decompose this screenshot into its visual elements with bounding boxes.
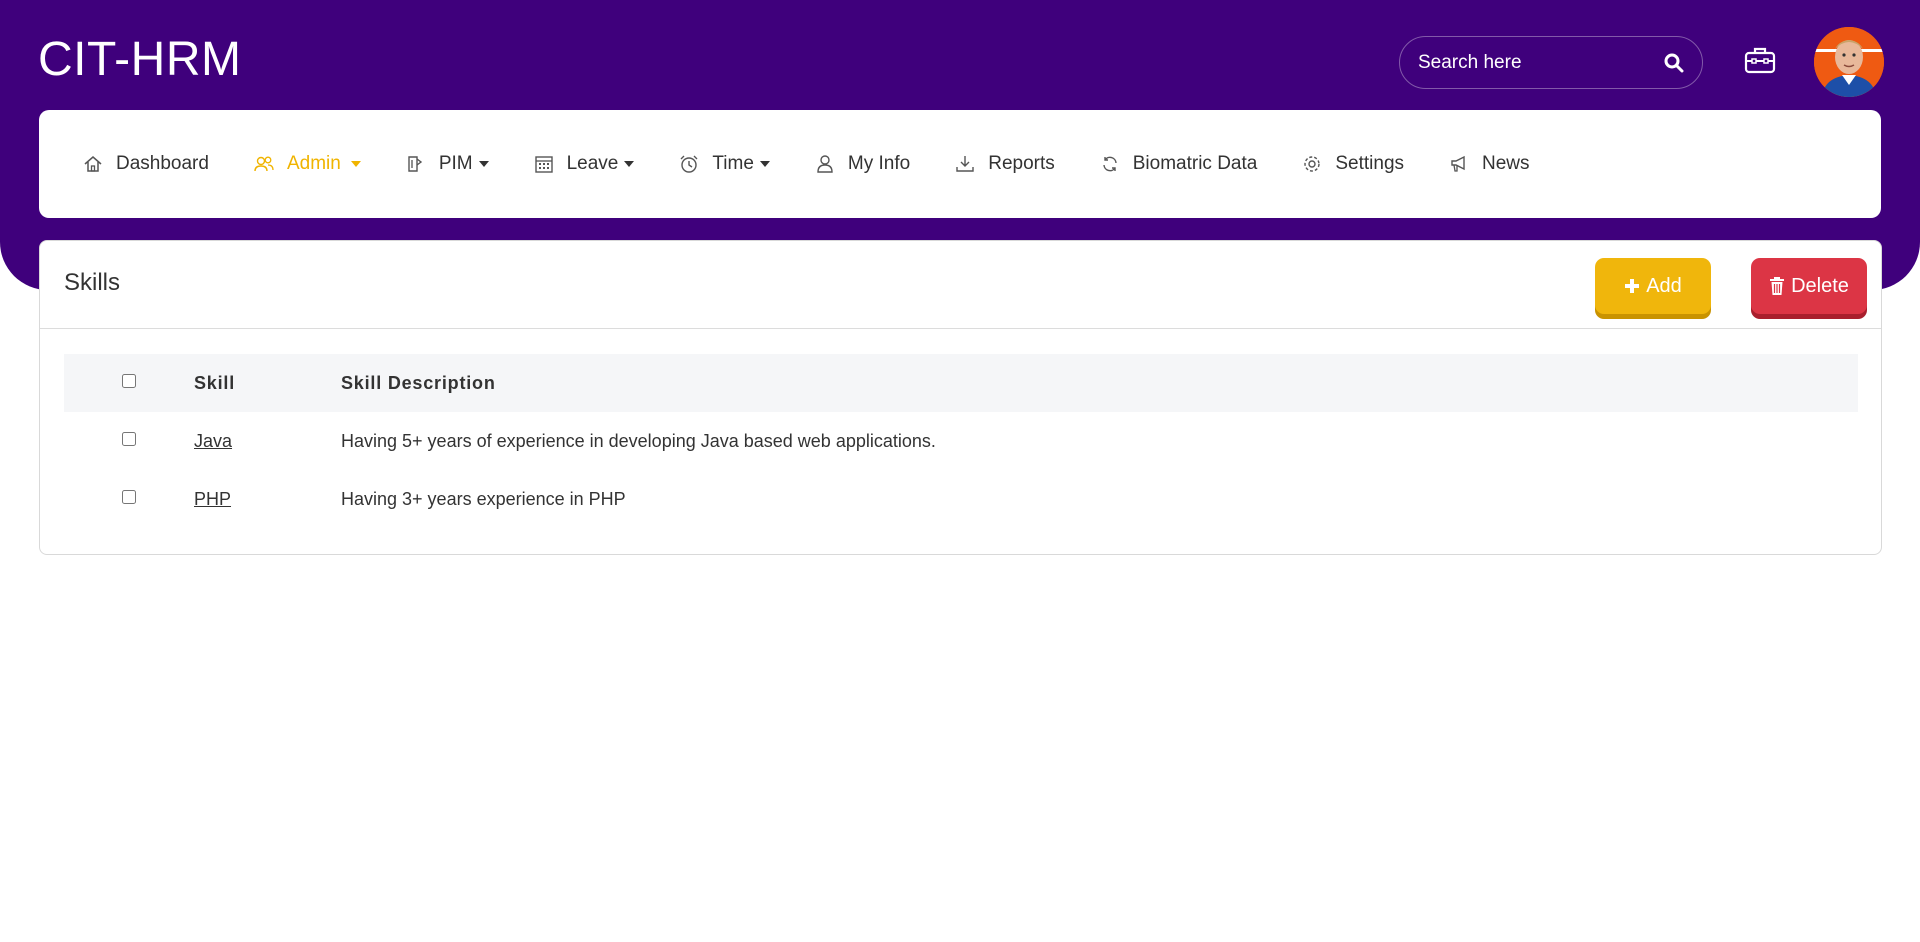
nav-biomatric[interactable]: Biomatric Data <box>1099 153 1258 175</box>
add-button-label: Add <box>1646 274 1682 297</box>
nav-leave-label: Leave <box>566 153 619 174</box>
add-button[interactable]: Add <box>1595 258 1711 314</box>
nav-settings[interactable]: Settings <box>1301 153 1404 175</box>
chevron-down-icon <box>350 161 361 167</box>
card-header: Skills Add Delete <box>40 241 1881 329</box>
chevron-down-icon <box>759 161 770 167</box>
search-input[interactable] <box>1418 51 1663 74</box>
skills-table: Skill Skill Description Java Having 5+ y… <box>64 354 1858 528</box>
nav-admin-label: Admin <box>286 153 341 174</box>
calendar-icon <box>533 153 555 175</box>
id-card-icon <box>405 153 427 175</box>
delete-button-label: Delete <box>1791 274 1849 297</box>
chevron-down-icon <box>478 161 489 167</box>
nav-admin[interactable]: Admin <box>253 153 361 175</box>
nav-myinfo-label: My Info <box>847 153 911 174</box>
nav-time-label: Time <box>712 153 754 174</box>
skill-description: Having 3+ years experience in PHP <box>341 488 626 509</box>
refresh-icon <box>1099 153 1121 175</box>
delete-button[interactable]: Delete <box>1751 258 1867 314</box>
nav-settings-label: Settings <box>1335 153 1405 174</box>
nav-news[interactable]: News <box>1448 153 1530 175</box>
select-all-checkbox[interactable] <box>122 374 136 388</box>
table-row: PHP Having 3+ years experience in PHP <box>64 470 1858 528</box>
users-icon <box>253 153 275 175</box>
nav-news-label: News <box>1482 153 1530 174</box>
gear-icon <box>1301 153 1323 175</box>
alarm-clock-icon <box>678 153 700 175</box>
nav-dashboard-label: Dashboard <box>116 153 209 174</box>
app-brand[interactable]: CIT-HRM <box>38 32 241 87</box>
chevron-down-icon <box>624 161 635 167</box>
download-icon <box>954 153 976 175</box>
page-title: Skills <box>64 269 121 296</box>
person-icon <box>814 153 836 175</box>
nav-reports[interactable]: Reports <box>954 153 1055 175</box>
row-checkbox[interactable] <box>122 432 136 446</box>
nav-myinfo[interactable]: My Info <box>814 153 910 175</box>
home-icon <box>82 153 104 175</box>
skill-link[interactable]: Java <box>194 431 232 451</box>
column-header-description[interactable]: Skill Description <box>341 373 1858 394</box>
nav-leave[interactable]: Leave <box>533 153 635 175</box>
skills-card: Skills Add Delete Skill Skill Descriptio… <box>39 240 1882 555</box>
avatar[interactable] <box>1814 27 1884 97</box>
search-icon[interactable] <box>1663 52 1684 74</box>
skill-link[interactable]: PHP <box>194 489 231 509</box>
row-checkbox[interactable] <box>122 490 136 504</box>
table-header-row: Skill Skill Description <box>64 354 1858 412</box>
table-row: Java Having 5+ years of experience in de… <box>64 412 1858 470</box>
nav-time[interactable]: Time <box>678 153 770 175</box>
nav-reports-label: Reports <box>988 153 1055 174</box>
skill-description: Having 5+ years of experience in develop… <box>341 430 936 451</box>
main-navbar: Dashboard Admin PIM Leave Time My Info R… <box>39 110 1881 218</box>
trash-icon <box>1770 277 1785 295</box>
megaphone-icon <box>1448 153 1470 175</box>
plus-icon <box>1625 279 1640 293</box>
nav-pim[interactable]: PIM <box>405 153 489 175</box>
column-header-skill[interactable]: Skill <box>194 373 341 394</box>
nav-dashboard[interactable]: Dashboard <box>82 153 209 175</box>
briefcase-icon[interactable] <box>1744 46 1776 74</box>
search-box[interactable] <box>1399 36 1703 89</box>
nav-biomatric-label: Biomatric Data <box>1132 153 1258 174</box>
nav-pim-label: PIM <box>438 153 473 174</box>
